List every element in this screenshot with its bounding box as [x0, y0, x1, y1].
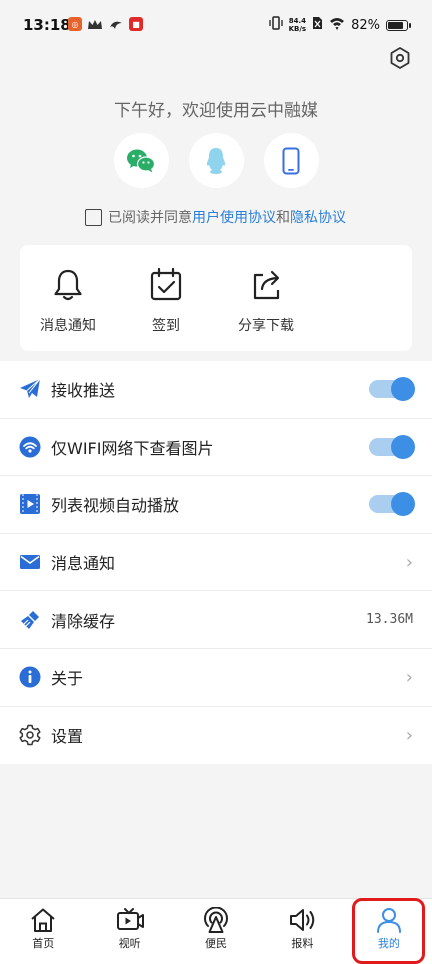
swirl-icon [108, 17, 124, 36]
tab-services[interactable]: 便民 [173, 899, 259, 964]
tab-label: 首页 [32, 937, 55, 950]
broom-icon [19, 609, 41, 631]
setting-clear-cache[interactable]: 清除缓存 13.36M [0, 591, 432, 649]
wifi-status-icon [329, 17, 345, 34]
quick-action-notifications[interactable]: 消息通知 [28, 267, 108, 335]
tab-home[interactable]: 首页 [0, 899, 86, 964]
agreement-prefix: 已阅读并同意 [108, 210, 192, 226]
setting-settings[interactable]: 设置 › [0, 707, 432, 765]
setting-label: 列表视频自动播放 [51, 496, 180, 516]
agreement-checkbox[interactable] [85, 208, 102, 226]
chevron-right-icon: › [405, 666, 413, 688]
home-icon [31, 908, 55, 932]
agreement-conjunction: 和 [276, 210, 290, 226]
wechat-icon [127, 149, 156, 172]
tab-label: 我的 [377, 937, 400, 950]
quick-actions-card: 消息通知 签到 分享下载 [20, 245, 412, 351]
notification-icons: ◎ ■ [68, 17, 143, 36]
user-agreement-link[interactable]: 用户使用协议 [192, 207, 276, 227]
quick-action-share[interactable]: 分享下载 [226, 267, 306, 335]
quick-action-checkin[interactable]: 签到 [126, 267, 206, 335]
qq-login-button[interactable] [188, 133, 244, 188]
quick-action-label: 签到 [152, 318, 180, 334]
crown-icon [87, 17, 103, 36]
broadcast-icon [204, 907, 229, 933]
share-icon [253, 270, 280, 300]
vibrate-icon [268, 16, 283, 34]
qq-icon [207, 147, 225, 174]
login-methods [0, 133, 432, 188]
net-speed: 84.4 KB/s [289, 17, 306, 33]
autoplay-video-toggle[interactable] [369, 492, 415, 517]
bell-icon [54, 269, 82, 301]
tab-report[interactable]: 报料 [259, 899, 345, 964]
system-icons: 84.4 KB/s 82% [268, 16, 411, 34]
tab-label: 便民 [205, 937, 228, 950]
setting-label: 消息通知 [51, 554, 116, 574]
tv-icon [116, 908, 144, 930]
hexagon-gear-icon [390, 47, 410, 69]
sim-off-icon [312, 16, 323, 34]
setting-receive-push[interactable]: 接收推送 [0, 361, 432, 419]
status-time: 13:18 [23, 16, 71, 34]
tab-mine[interactable]: 我的 [346, 899, 432, 964]
app-notification-icon: ◎ [68, 17, 82, 31]
quick-action-label: 消息通知 [40, 318, 96, 334]
privacy-agreement-link[interactable]: 隐私协议 [290, 207, 346, 227]
paper-plane-icon [19, 378, 41, 400]
news-app-icon: ■ [129, 17, 143, 31]
video-icon [19, 493, 41, 515]
agreement-row: 已阅读并同意 用户使用协议 和 隐私协议 [85, 207, 346, 227]
setting-label: 清除缓存 [51, 611, 116, 631]
setting-autoplay-video[interactable]: 列表视频自动播放 [0, 476, 432, 534]
tab-label: 报料 [291, 937, 314, 950]
cache-size-value: 13.36M [366, 612, 413, 628]
info-icon [19, 666, 41, 688]
tab-label: 视听 [118, 937, 141, 950]
net-speed-value: 84.4 [288, 17, 306, 25]
status-bar: 13:18 ◎ ■ 84.4 KB/s 82% [0, 0, 432, 48]
settings-gear-button[interactable] [388, 46, 412, 70]
setting-label: 关于 [51, 669, 84, 689]
battery-icon [386, 19, 411, 31]
setting-wifi-only-images[interactable]: 仅WIFI网络下查看图片 [0, 419, 432, 477]
setting-label: 设置 [51, 727, 84, 747]
gear-icon [19, 724, 41, 746]
greeting-text: 下午好，欢迎使用云中融媒 [114, 101, 318, 121]
setting-label: 仅WIFI网络下查看图片 [51, 438, 214, 458]
chevron-right-icon: › [405, 551, 413, 573]
envelope-icon [19, 551, 41, 573]
battery-text: 82% [351, 17, 380, 33]
wechat-login-button[interactable] [113, 133, 169, 188]
user-icon [376, 908, 401, 933]
setting-message-notifications[interactable]: 消息通知 › [0, 534, 432, 592]
setting-label: 接收推送 [51, 381, 116, 401]
setting-about[interactable]: 关于 › [0, 649, 432, 707]
wifi-only-images-toggle[interactable] [369, 434, 415, 459]
net-speed-unit: KB/s [288, 25, 307, 33]
receive-push-toggle[interactable] [369, 377, 415, 402]
tab-video[interactable]: 视听 [86, 899, 172, 964]
quick-action-label: 分享下载 [238, 318, 294, 334]
phone-login-button[interactable] [263, 133, 319, 188]
phone-icon [282, 147, 300, 174]
chevron-right-icon: › [405, 724, 413, 746]
calendar-check-icon [150, 267, 182, 301]
speaker-icon [290, 909, 315, 931]
wifi-icon [19, 436, 41, 458]
settings-list: 接收推送 仅WIFI网络下查看图片 列表视频自动播放 消息通知 › 清除缓存 1… [0, 361, 432, 765]
bottom-tab-bar: 首页 视听 便民 报料 我的 [0, 898, 432, 964]
